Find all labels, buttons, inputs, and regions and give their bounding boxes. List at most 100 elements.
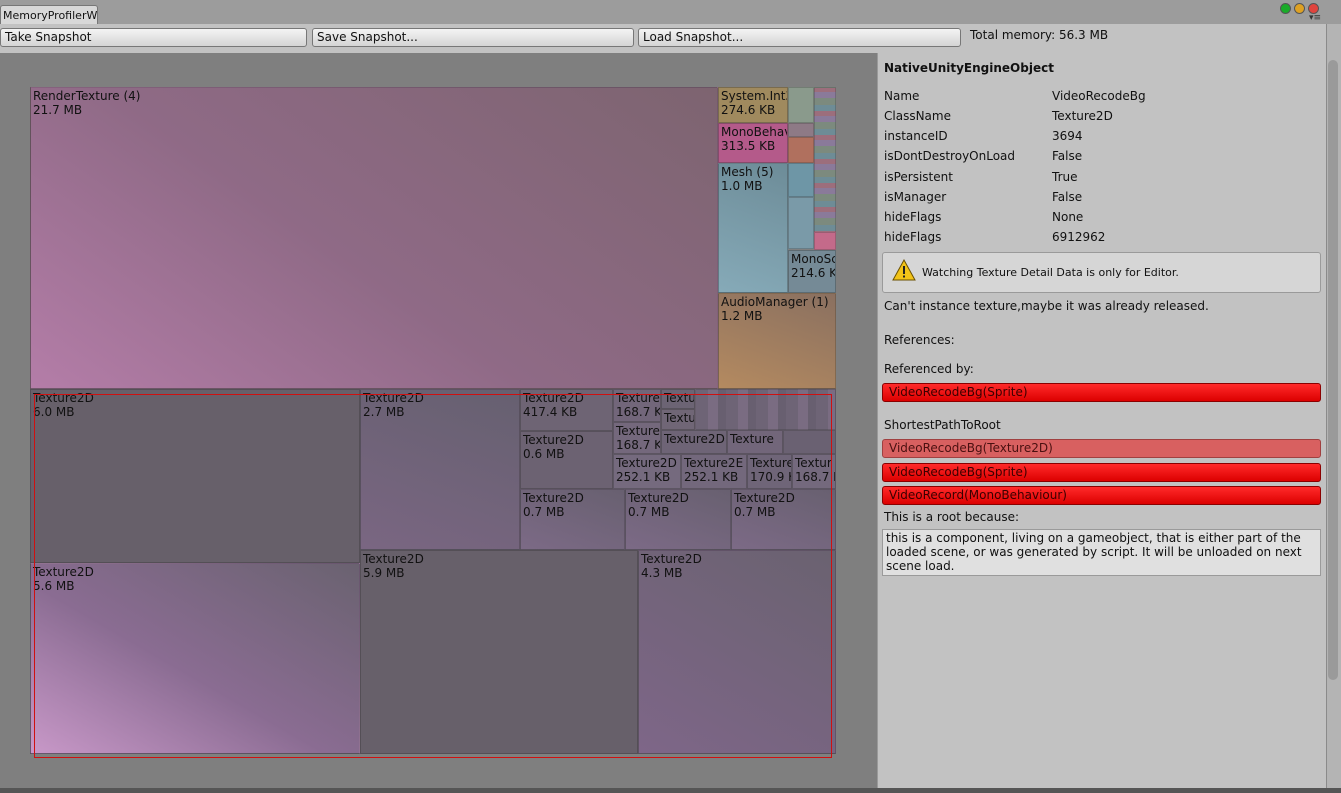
- treemap-cell-small-group[interactable]: [695, 389, 836, 430]
- treemap-cell-texture2d[interactable]: Texture2D 417.4 KB: [520, 389, 613, 431]
- cell-name: Texture2D: [363, 552, 424, 566]
- cell-name: Texture2D: [734, 491, 795, 505]
- cell-name: Textu: [664, 391, 695, 405]
- cell-name: Texture2D: [363, 391, 424, 405]
- cell-name: Texture2D: [616, 456, 677, 470]
- treemap-cell-small[interactable]: [788, 163, 814, 197]
- treemap-cell-texture2d[interactable]: Texture2D 4.3 MB: [638, 550, 836, 754]
- shortest-path-item[interactable]: VideoRecord(MonoBehaviour): [882, 486, 1321, 505]
- cell-name: Texture: [616, 424, 660, 438]
- cell-name: Texture: [730, 432, 774, 446]
- load-snapshot-button[interactable]: Load Snapshot...: [638, 28, 961, 47]
- cell-size: 1.0 MB: [721, 179, 763, 193]
- treemap-cell-audiomanager[interactable]: AudioManager (1) 1.2 MB: [718, 293, 836, 389]
- cell-size: 170.9 K: [750, 470, 792, 484]
- cell-name: Texture2E: [684, 456, 744, 470]
- cell-size: 6.0 MB: [33, 405, 75, 419]
- cell-name: Texture2D: [523, 391, 584, 405]
- prop-name: ClassName: [884, 109, 951, 123]
- treemap-cell-small[interactable]: [788, 123, 814, 137]
- cell-size: 0.7 MB: [734, 505, 776, 519]
- treemap-cell-texture2d[interactable]: Texture2D 0.7 MB: [625, 489, 731, 550]
- prop-value: None: [1052, 210, 1084, 224]
- treemap-cell-texture2d[interactable]: Texture2D 6.0 MB: [30, 389, 360, 563]
- treemap-cell-mesh[interactable]: Mesh (5) 1.0 MB: [718, 163, 788, 293]
- treemap-cell-texture2d[interactable]: Texture2D 5.6 MB: [30, 563, 360, 754]
- treemap-cell-texture2d[interactable]: Texture 168.7 K: [613, 422, 661, 454]
- treemap-cell-texture2d[interactable]: Texture2D 252.1 KB: [613, 454, 681, 489]
- treemap-cell-texture2d[interactable]: Textu: [661, 389, 695, 409]
- treemap-cell-rendertexture[interactable]: RenderTexture (4) 21.7 MB: [30, 87, 718, 389]
- treemap-cell-texture2d[interactable]: Textu: [661, 409, 695, 430]
- bottom-edge: [0, 788, 1341, 793]
- cell-name: Textu: [664, 411, 695, 425]
- shortest-path-item[interactable]: VideoRecodeBg(Texture2D): [882, 439, 1321, 458]
- shortest-path-item[interactable]: VideoRecodeBg(Sprite): [882, 463, 1321, 482]
- root-reason-text: this is a component, living on a gameobj…: [882, 529, 1321, 576]
- window-tab[interactable]: MemoryProfilerW: [0, 5, 98, 24]
- save-snapshot-button[interactable]: Save Snapshot...: [312, 28, 634, 47]
- window-menu-icon[interactable]: ▾≡: [1309, 14, 1321, 23]
- treemap-cell-monoscript[interactable]: MonoSc 214.6 K: [788, 250, 836, 293]
- treemap-cell-system-int3[interactable]: System.Int3 274.6 KB: [718, 87, 788, 123]
- cell-name: Texture2D: [628, 491, 689, 505]
- treemap-cell-texture2d[interactable]: Texture2D 5.9 MB: [360, 550, 638, 754]
- total-memory-label: Total memory: 56.3 MB: [970, 28, 1109, 42]
- prop-value: 6912962: [1052, 230, 1106, 244]
- cell-size: 0.7 MB: [523, 505, 565, 519]
- treemap-cell-texture2d[interactable]: Texture2D 2.7 MB: [360, 389, 520, 550]
- cell-name: Texture2D: [523, 433, 584, 447]
- prop-value: True: [1052, 170, 1078, 184]
- cell-size: 168.7 K: [795, 470, 835, 484]
- treemap-cell-small[interactable]: [783, 430, 836, 454]
- prop-name: isDontDestroyOnLoad: [884, 149, 1016, 163]
- cell-name: Mesh (5): [721, 165, 774, 179]
- treemap-cell-texture2d[interactable]: Texture2D 0.7 MB: [520, 489, 625, 550]
- cell-name: Texture2D: [33, 565, 94, 579]
- cell-name: Texture2D: [664, 432, 725, 446]
- take-snapshot-button[interactable]: Take Snapshot: [0, 28, 307, 47]
- treemap-cell-texture2d[interactable]: Texture 168.7 K: [613, 389, 661, 422]
- treemap-cell-texture2d[interactable]: Texture: [727, 430, 783, 454]
- cell-name: Texture2D: [523, 491, 584, 505]
- inspector-header: NativeUnityEngineObject: [884, 61, 1054, 75]
- cell-name: Texture2D: [33, 391, 94, 405]
- maximize-button[interactable]: [1280, 3, 1291, 14]
- cell-size: 21.7 MB: [33, 103, 83, 117]
- treemap-cell-texture2d[interactable]: Texture2D: [661, 430, 727, 454]
- treemap-cell-texture2d[interactable]: Texture2D 0.7 MB: [731, 489, 836, 550]
- minimize-button[interactable]: [1294, 3, 1305, 14]
- treemap-cell-small[interactable]: [788, 87, 814, 123]
- scrollbar-thumb[interactable]: [1328, 60, 1338, 680]
- cell-size: 252.1 KB: [684, 470, 739, 484]
- cell-name: Texture: [750, 456, 792, 470]
- cell-name: MonoBehav: [721, 125, 788, 139]
- cell-size: 417.4 KB: [523, 405, 578, 419]
- cell-size: 4.3 MB: [641, 566, 683, 580]
- warning-text: Watching Texture Detail Data is only for…: [922, 266, 1179, 279]
- treemap-cell-texture2d[interactable]: Texture 170.9 K: [747, 454, 792, 489]
- treemap-cell-small[interactable]: [814, 232, 836, 250]
- prop-value: 3694: [1052, 129, 1083, 143]
- root-reason-label: This is a root because:: [884, 510, 1020, 524]
- treemap-cell-small-group[interactable]: [814, 87, 836, 250]
- treemap-cell-texture2d[interactable]: Texture2D 0.6 MB: [520, 431, 613, 489]
- cell-name: Texture: [616, 391, 660, 405]
- cell-size: 5.9 MB: [363, 566, 405, 580]
- shortest-path-label: ShortestPathToRoot: [884, 418, 1001, 432]
- treemap-cell-monobehaviour[interactable]: MonoBehav 313.5 KB: [718, 123, 788, 163]
- cell-name: RenderTexture (4): [33, 89, 141, 103]
- treemap-cell-small[interactable]: [788, 197, 814, 249]
- treemap-cell-texture2d[interactable]: Texture2E 252.1 KB: [681, 454, 747, 489]
- prop-name: hideFlags: [884, 230, 942, 244]
- treemap-cell-small[interactable]: [788, 137, 814, 163]
- prop-name: isPersistent: [884, 170, 953, 184]
- cell-size: 313.5 KB: [721, 139, 776, 153]
- prop-name: isManager: [884, 190, 947, 204]
- referenced-by-label: Referenced by:: [884, 362, 974, 376]
- cell-name: Texture2D: [641, 552, 702, 566]
- treemap-cell-texture2d[interactable]: Textur 168.7 K: [792, 454, 836, 489]
- prop-value: Texture2D: [1052, 109, 1113, 123]
- cell-size: 274.6 KB: [721, 103, 776, 117]
- referenced-by-item[interactable]: VideoRecodeBg(Sprite): [882, 383, 1321, 402]
